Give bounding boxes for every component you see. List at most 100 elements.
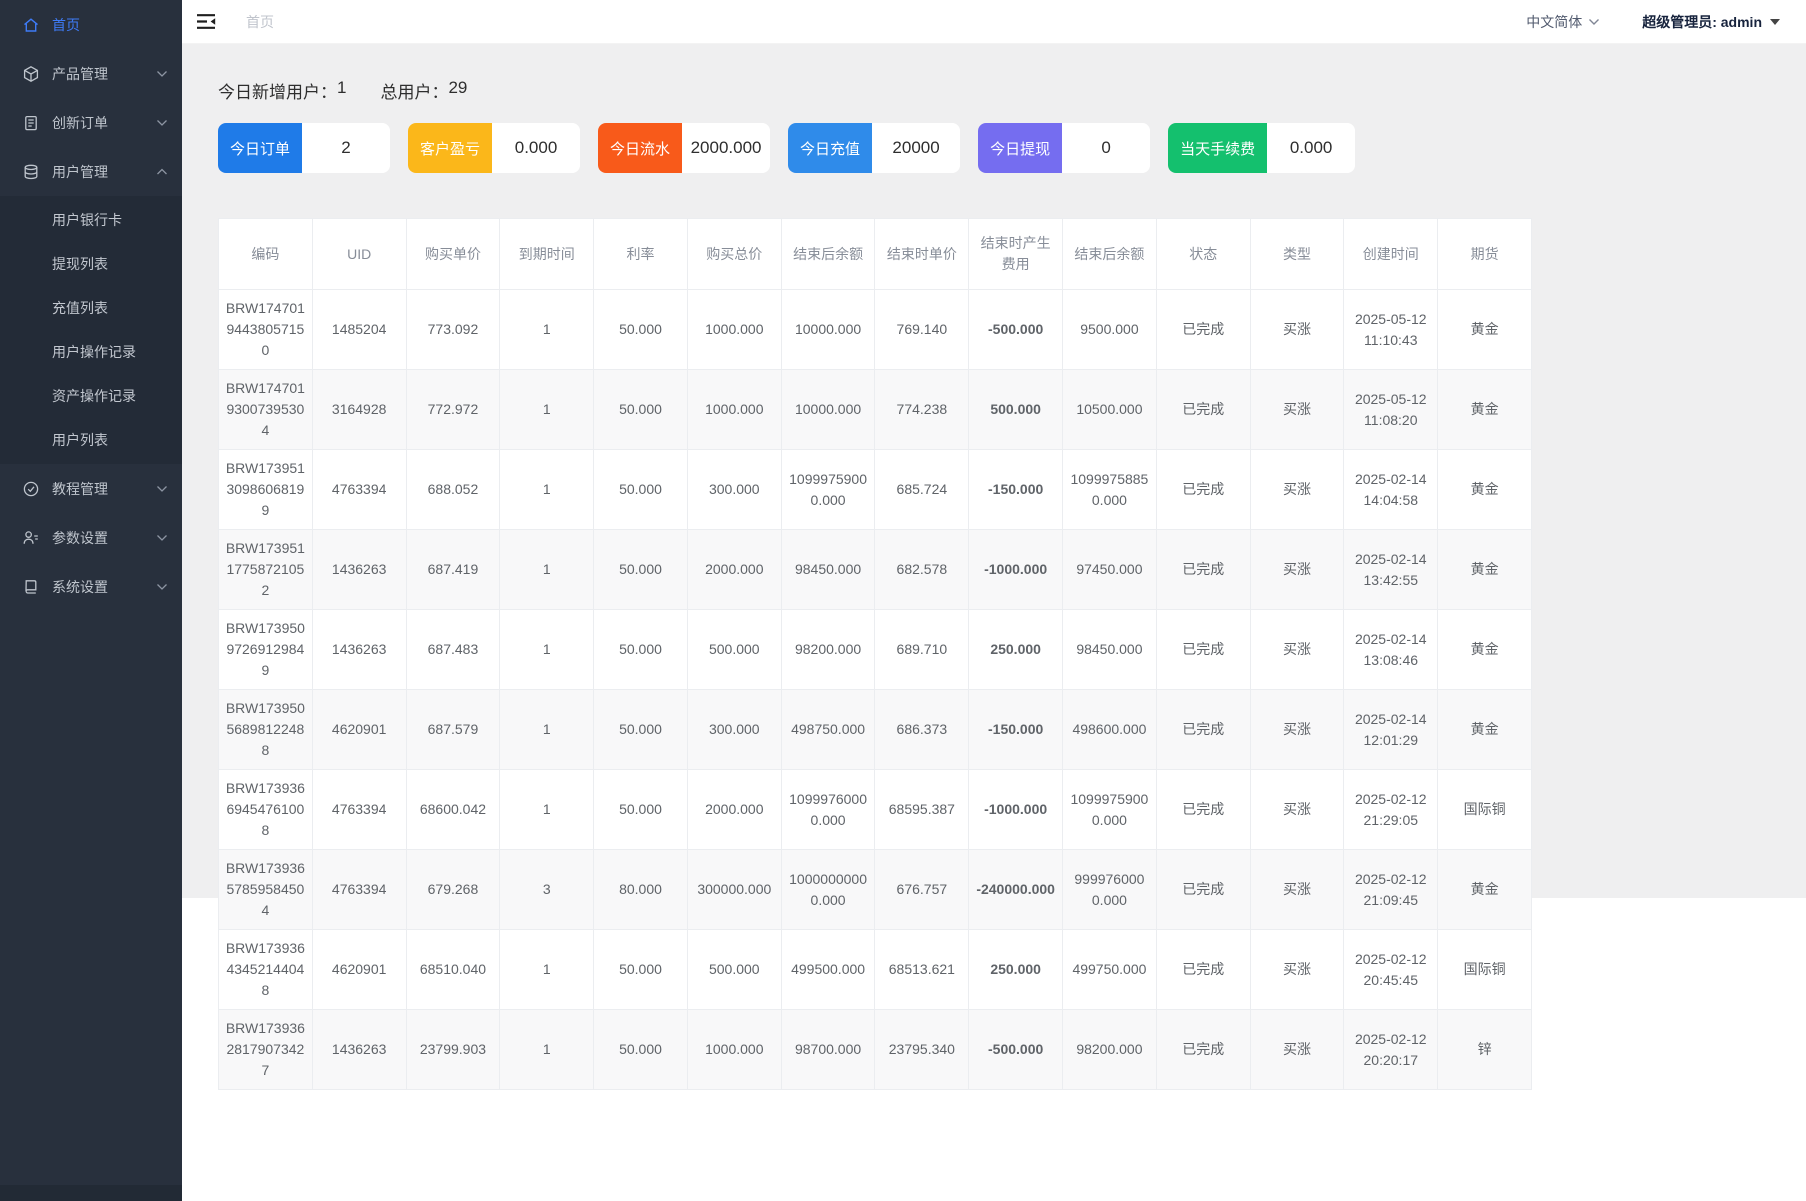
cell-rate: 50.000 xyxy=(593,1009,688,1090)
new-users-value: 1 xyxy=(337,78,347,97)
orders-table: 编码 UID 购买单价 到期时间 利率 购买总价 结束后余额 结束时单价 结束时产生费用 结束后余… xyxy=(218,218,1532,1090)
cell-code: BRW17393643452144048 xyxy=(218,929,313,1010)
cell-balance-after: 10999760000.000 xyxy=(780,769,876,850)
cell-total: 1000.000 xyxy=(686,1009,782,1090)
cell-status: 已完成 xyxy=(1155,529,1251,610)
sidebar-item-tutorial[interactable]: 教程管理 xyxy=(0,464,182,513)
cell-created: 2025-02-12 21:29:05 xyxy=(1343,769,1439,850)
sidebar-subitem-asset-op-log[interactable]: 资产操作记录 xyxy=(0,374,182,418)
params-icon xyxy=(22,529,40,547)
stat-card-3: 今日充值 20000 xyxy=(788,123,961,173)
cell-uid: 4620901 xyxy=(311,689,407,770)
table-header-row: 编码 UID 购买单价 到期时间 利率 购买总价 结束后余额 结束时单价 结束时产生费用 结束后余… xyxy=(218,218,1532,290)
cell-code: BRW17393657859584504 xyxy=(218,849,313,930)
cell-created: 2025-02-12 21:09:45 xyxy=(1343,849,1439,930)
table-row: BRW17470194438057150 1485204 773.092 1 50.00… xyxy=(218,289,1532,370)
cell-balance-after: 10000000000.000 xyxy=(780,849,876,930)
cell-total: 2000.000 xyxy=(686,769,782,850)
cell-created: 2025-02-14 13:08:46 xyxy=(1343,609,1439,690)
cell-total: 300.000 xyxy=(686,449,782,530)
sidebar-item-home[interactable]: 首页 xyxy=(0,0,182,49)
cell-fee: -150.000 xyxy=(968,449,1064,530)
cell-balance-after: 10000.000 xyxy=(780,369,876,450)
cell-balance-after: 498750.000 xyxy=(780,689,876,770)
breadcrumb[interactable]: 首页 xyxy=(246,12,274,32)
cell-fee: -1000.000 xyxy=(968,529,1064,610)
cell-balance-after2: 498600.000 xyxy=(1062,689,1157,770)
home-icon xyxy=(22,16,40,34)
sidebar-item-order[interactable]: 创新订单 xyxy=(0,98,182,147)
sidebar-item-product[interactable]: 产品管理 xyxy=(0,49,182,98)
orders-table-body: BRW17470194438057150 1485204 773.092 1 50.00… xyxy=(218,289,1532,1090)
cell-futures: 黄金 xyxy=(1437,449,1532,530)
language-selector[interactable]: 中文简体 xyxy=(1526,12,1600,32)
cell-code: BRW17395097269129849 xyxy=(218,609,313,690)
cell-total: 500.000 xyxy=(686,929,782,1010)
sidebar-item-params[interactable]: 参数设置 xyxy=(0,513,182,562)
cell-code: BRW17470193007395304 xyxy=(218,369,313,450)
sidebar-subitem-user-op-log[interactable]: 用户操作记录 xyxy=(0,330,182,374)
collapse-menu-icon[interactable] xyxy=(196,13,216,30)
cell-end-price: 774.238 xyxy=(874,369,970,450)
stat-card-1: 客户盈亏 0.000 xyxy=(408,123,581,173)
cell-fee: -240000.000 xyxy=(968,849,1064,930)
chevron-down-icon xyxy=(1588,18,1600,26)
cell-futures: 黄金 xyxy=(1437,849,1532,930)
cell-total: 300.000 xyxy=(686,689,782,770)
sidebar-item-label: 首页 xyxy=(52,16,80,33)
cell-total: 1000.000 xyxy=(686,369,782,450)
sidebar-subitem-recharge-list[interactable]: 充值列表 xyxy=(0,286,182,330)
cell-created: 2025-05-12 11:08:20 xyxy=(1343,369,1439,450)
cell-code: BRW17395117758721052 xyxy=(218,529,313,610)
cell-buy-price: 23799.903 xyxy=(405,1009,501,1090)
column-header: 创建时间 xyxy=(1343,218,1439,290)
chevron-down-icon xyxy=(156,485,168,493)
sidebar-item-system[interactable]: 系统设置 xyxy=(0,562,182,611)
cell-status: 已完成 xyxy=(1155,369,1251,450)
cell-total: 2000.000 xyxy=(686,529,782,610)
sidebar-item-label: 参数设置 xyxy=(52,529,108,546)
column-header: 类型 xyxy=(1249,218,1345,290)
cell-rate: 50.000 xyxy=(593,529,688,610)
sidebar-item-user[interactable]: 用户管理 xyxy=(0,147,182,196)
sidebar-item-label: 用户管理 xyxy=(52,163,108,180)
sidebar-subitem-withdraw-list[interactable]: 提现列表 xyxy=(0,242,182,286)
table-row: BRW17395097269129849 1436263 687.483 1 50.00… xyxy=(218,609,1532,690)
cell-total: 1000.000 xyxy=(686,289,782,370)
cell-buy-price: 687.579 xyxy=(405,689,501,770)
stat-card-label: 今日订单 xyxy=(218,123,303,173)
cell-status: 已完成 xyxy=(1155,609,1251,690)
column-header: 到期时间 xyxy=(499,218,595,290)
cell-type: 买涨 xyxy=(1249,289,1345,370)
stat-card-label: 当天手续费 xyxy=(1168,123,1268,173)
cell-total: 300000.000 xyxy=(686,849,782,930)
admin-user-menu[interactable]: 超级管理员: admin xyxy=(1642,12,1780,32)
cell-status: 已完成 xyxy=(1155,449,1251,530)
cell-type: 买涨 xyxy=(1249,929,1345,1010)
cell-end-price: 689.710 xyxy=(874,609,970,690)
cell-rate: 50.000 xyxy=(593,449,688,530)
sidebar-subitem-bank-card[interactable]: 用户银行卡 xyxy=(0,198,182,242)
cell-end-price: 676.757 xyxy=(874,849,970,930)
cell-uid: 4763394 xyxy=(311,849,407,930)
stat-card-value: 2 xyxy=(302,123,391,173)
cell-buy-price: 68510.040 xyxy=(405,929,501,1010)
cell-balance-after2: 9500.000 xyxy=(1062,289,1157,370)
table-row: BRW17393669454761008 4763394 68600.042 1 50.… xyxy=(218,769,1532,850)
table-row: BRW17393628179073427 1436263 23799.903 1 50.… xyxy=(218,1009,1532,1090)
sidebar-subitem-user-list[interactable]: 用户列表 xyxy=(0,418,182,462)
cell-expire: 1 xyxy=(499,689,595,770)
sidebar-menu: 首页产品管理 创新订单用户管理用户银行卡 提现列表 充值列表 用户操作记录 资产操作记录用… xyxy=(0,0,182,611)
cell-fee: -500.000 xyxy=(968,289,1064,370)
column-header: 期货 xyxy=(1437,218,1532,290)
cell-balance-after2: 10999759000.000 xyxy=(1062,769,1157,850)
cell-futures: 黄金 xyxy=(1437,689,1532,770)
stat-card-label: 客户盈亏 xyxy=(408,123,493,173)
cell-type: 买涨 xyxy=(1249,609,1345,690)
language-label: 中文简体 xyxy=(1526,13,1583,30)
cell-buy-price: 687.419 xyxy=(405,529,501,610)
cell-uid: 1436263 xyxy=(311,609,407,690)
cell-total: 500.000 xyxy=(686,609,782,690)
column-header: 状态 xyxy=(1155,218,1251,290)
cell-buy-price: 679.268 xyxy=(405,849,501,930)
